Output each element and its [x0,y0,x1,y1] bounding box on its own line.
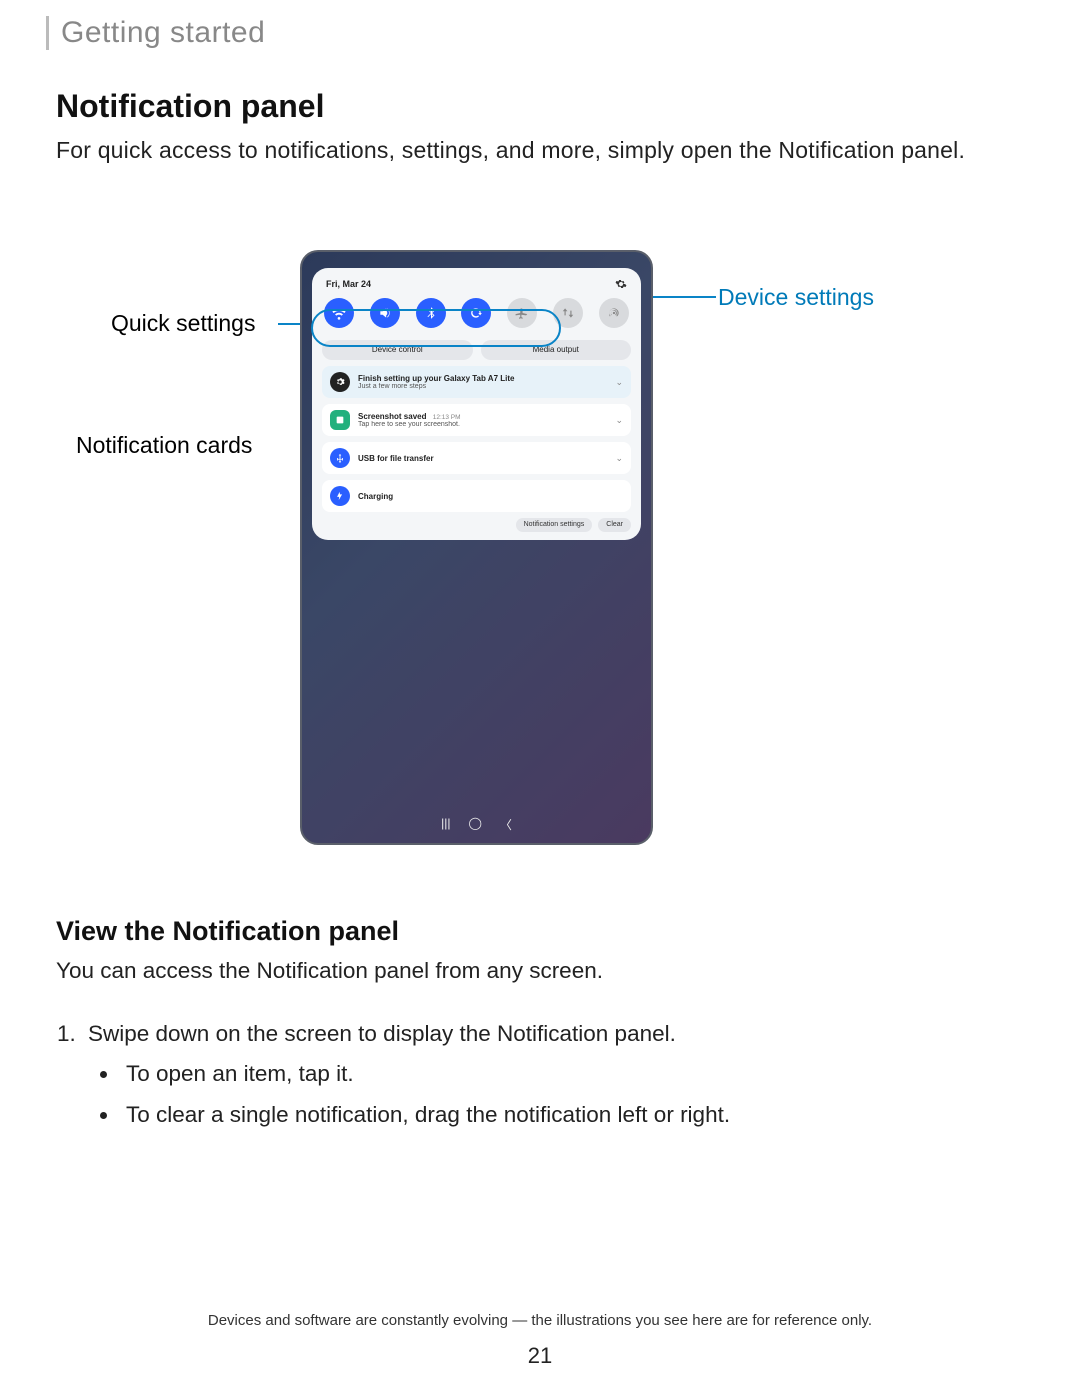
notif-title: USB for file transfer [358,454,607,463]
notification-card[interactable]: Charging [322,480,631,512]
chevron-down-icon[interactable]: ⌄ [615,415,623,426]
view-section: View the Notification panel You can acce… [56,916,1016,1133]
clear-button[interactable]: Clear [598,518,631,532]
notif-title: Finish setting up your Galaxy Tab A7 Lit… [358,374,607,383]
notif-title: Charging [358,492,623,501]
panel-header: Fri, Mar 24 [322,278,631,294]
settings-icon [330,372,350,392]
notification-settings-button[interactable]: Notification settings [516,518,593,532]
view-heading: View the Notification panel [56,916,1016,947]
chevron-down-icon[interactable]: ⌄ [615,453,623,464]
step-text: Swipe down on the screen to display the … [88,1021,676,1046]
view-lead: You can access the Notification panel fr… [56,955,1016,987]
quick-settings-highlight [311,309,561,347]
breadcrumb: Getting started [46,16,265,50]
callout-notification-cards: Notification cards [76,432,252,459]
usb-icon [330,448,350,468]
callout-quick-settings: Quick settings [111,310,255,337]
notification-card[interactable]: Finish setting up your Galaxy Tab A7 Lit… [322,366,631,398]
notif-sub: Just a few more steps [358,383,607,390]
notification-card[interactable]: Screenshot saved 12:13 PM Tap here to se… [322,404,631,436]
content-block: Notification panel For quick access to n… [56,88,1016,166]
footer-note: Devices and software are constantly evol… [0,1312,1080,1329]
callout-device-settings: Device settings [718,284,874,311]
panel-date: Fri, Mar 24 [326,279,371,289]
steps-list: Swipe down on the screen to display the … [82,1017,1016,1134]
page-header: Getting started [46,16,265,50]
intro-paragraph: For quick access to notifications, setti… [56,135,1016,166]
device-mock: Fri, Mar 24 Device control Media output [300,250,653,845]
notif-sub: Tap here to see your screenshot. [358,421,607,428]
bullet-item: To open an item, tap it. [120,1057,1016,1092]
section-title: Notification panel [56,88,1016,125]
bullet-list: To open an item, tap it. To clear a sing… [120,1057,1016,1133]
bullet-item: To clear a single notification, drag the… [120,1098,1016,1133]
notif-time: 12:13 PM [433,414,461,421]
step-item: Swipe down on the screen to display the … [82,1017,1016,1134]
chevron-down-icon[interactable]: ⌄ [615,377,623,388]
screenshot-icon [330,410,350,430]
page-number: 21 [0,1343,1080,1369]
hotspot-icon[interactable] [599,298,629,328]
home-icon[interactable]: ◯ [468,816,481,833]
notif-title: Screenshot saved 12:13 PM [358,412,607,421]
charging-icon [330,486,350,506]
gear-icon[interactable] [615,278,627,290]
back-icon[interactable]: 〈 [500,816,512,833]
recents-icon[interactable]: ||| [441,816,450,833]
panel-footer: Notification settings Clear [322,518,631,532]
nav-bar: ||| ◯ 〈 [302,816,651,833]
figure: Quick settings Notification cards Device… [0,250,1080,860]
notification-card[interactable]: USB for file transfer ⌄ [322,442,631,474]
